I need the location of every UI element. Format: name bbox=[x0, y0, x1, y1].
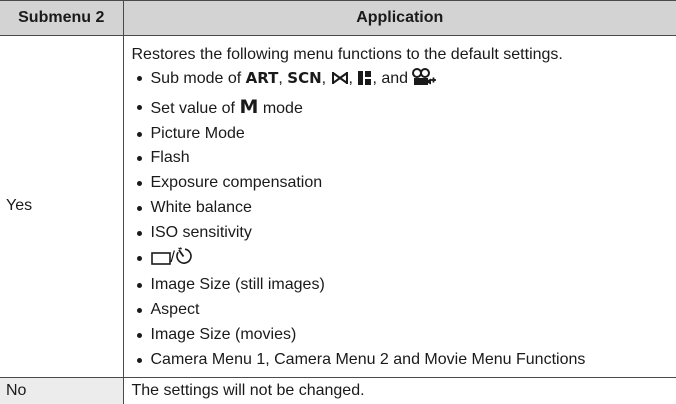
m-mode-label: M bbox=[239, 96, 258, 118]
item-suffix: mode bbox=[258, 100, 302, 117]
list-item: Aspect bbox=[132, 298, 676, 323]
reset-function-list: Sub mode of ART, SCN, , , and Set value … bbox=[132, 66, 676, 373]
list-item: Picture Mode bbox=[132, 122, 676, 147]
application-cell: The settings will not be changed. bbox=[123, 377, 676, 404]
table-row: Yes Restores the following menu function… bbox=[0, 36, 676, 378]
panorama-icon bbox=[331, 70, 349, 95]
separator: , and bbox=[372, 70, 412, 87]
list-item: Image Size (still images) bbox=[132, 273, 676, 298]
settings-table: Submenu 2 Application Yes Restores the f… bbox=[0, 0, 676, 404]
list-item: Flash bbox=[132, 146, 676, 171]
photo-story-icon bbox=[357, 70, 372, 95]
intro-text: Restores the following menu functions to… bbox=[132, 43, 676, 66]
item-prefix: Sub mode of bbox=[151, 70, 246, 87]
list-item: Set value of M mode bbox=[132, 95, 676, 122]
header-application: Application bbox=[123, 1, 676, 36]
list-item: ISO sensitivity bbox=[132, 221, 676, 246]
single-frame-icon bbox=[151, 249, 171, 274]
submenu-cell: No bbox=[0, 377, 123, 404]
separator: , bbox=[278, 70, 287, 87]
application-cell: Restores the following menu functions to… bbox=[123, 36, 676, 378]
list-item: Sub mode of ART, SCN, , , and bbox=[132, 66, 676, 95]
self-timer-icon bbox=[175, 247, 193, 274]
table-header-row: Submenu 2 Application bbox=[0, 1, 676, 36]
movie-effect-icon bbox=[412, 68, 436, 95]
list-item: Camera Menu 1, Camera Menu 2 and Movie M… bbox=[132, 348, 676, 373]
table-row: No The settings will not be changed. bbox=[0, 377, 676, 404]
list-item: Image Size (movies) bbox=[132, 323, 676, 348]
list-item: Exposure compensation bbox=[132, 171, 676, 196]
list-item: White balance bbox=[132, 196, 676, 221]
item-prefix: Set value of bbox=[151, 100, 240, 117]
scn-mode-label: SCN bbox=[287, 69, 321, 87]
submenu-cell: Yes bbox=[0, 36, 123, 378]
list-item: / bbox=[132, 246, 676, 274]
art-mode-label: ART bbox=[246, 69, 279, 87]
header-submenu: Submenu 2 bbox=[0, 1, 123, 36]
separator: , bbox=[349, 70, 358, 87]
separator: , bbox=[322, 70, 331, 87]
